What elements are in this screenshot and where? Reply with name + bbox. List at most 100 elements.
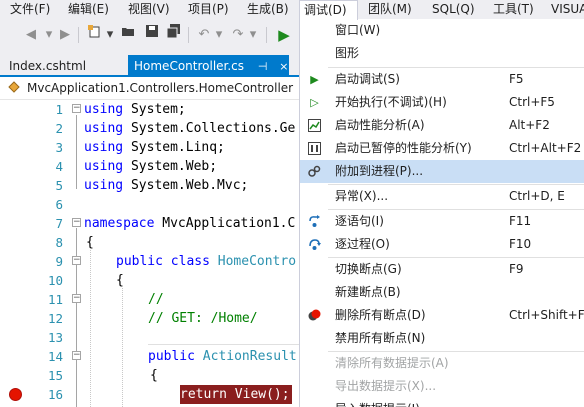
menu-item-start-debugging[interactable]: ▶ 启动调试(S) F5 xyxy=(300,68,584,91)
start-debug-icon[interactable]: ▶ xyxy=(276,19,292,51)
code-line: 6 xyxy=(0,195,300,214)
code-line: 1 − using System; xyxy=(0,100,300,119)
line-number: 2 xyxy=(55,121,63,136)
code-token: View(); xyxy=(226,387,290,402)
menu-item-new-breakpoint[interactable]: 新建断点(B) xyxy=(300,281,584,304)
toolbar: ◀ ▾ ▶ ▾ ↶ ▾ ↷ ▾ ▶ xyxy=(0,19,300,51)
code-line: 9 − public class HomeContro xyxy=(0,252,300,271)
navigate-back-icon[interactable]: ◀ xyxy=(24,19,38,51)
menu-item-disable-all-breakpoints[interactable]: 禁用所有断点(N) xyxy=(300,327,584,350)
menu-item-label: 切换断点(G) xyxy=(335,262,402,276)
code-token: System; xyxy=(123,102,186,117)
code-line: 2 using System.Collections.Ge xyxy=(0,119,300,138)
collapse-icon[interactable]: − xyxy=(72,104,81,113)
menu-item-label: 删除所有断点(D) xyxy=(335,308,426,322)
line-number: 15 xyxy=(47,368,63,383)
menu-item-label: 逐过程(O) xyxy=(335,237,390,251)
line-number: 6 xyxy=(55,197,63,212)
redo-icon[interactable]: ↷ xyxy=(230,19,246,51)
new-project-icon[interactable] xyxy=(86,19,102,51)
collapse-icon[interactable]: − xyxy=(72,256,81,265)
line-number: 3 xyxy=(55,140,63,155)
menu-item-exceptions[interactable]: 异常(X)... Ctrl+D, E xyxy=(300,185,584,208)
menu-view[interactable]: 视图(V) xyxy=(124,0,174,19)
line-number: 14 xyxy=(47,349,63,364)
menu-project[interactable]: 项目(P) xyxy=(184,0,233,19)
menu-item-delete-all-breakpoints[interactable]: 删除所有断点(D) Ctrl+Shift+F9 xyxy=(300,304,584,327)
menu-item-start-without-debugging[interactable]: ▷ 开始执行(不调试)(H) Ctrl+F5 xyxy=(300,91,584,114)
code-text: using System; xyxy=(84,100,186,119)
menu-item-start-paused-profiling[interactable]: 启动已暂停的性能分析(Y) Ctrl+Alt+F2 xyxy=(300,137,584,160)
collapse-icon[interactable]: − xyxy=(72,218,81,227)
document-tabs: Index.cshtml HomeController.cs ⊣ × xyxy=(0,51,300,77)
menu-item-label: 图形 xyxy=(335,46,360,60)
collapse-icon[interactable]: − xyxy=(72,351,81,360)
keyword: using xyxy=(84,159,124,174)
menu-item-import-datatips[interactable]: 导入数据提示(I)... xyxy=(300,398,584,407)
keyword: return xyxy=(180,387,227,402)
menu-tools[interactable]: 工具(T) xyxy=(489,0,538,19)
tab-home-controller[interactable]: HomeController.cs ⊣ × xyxy=(128,55,289,77)
open-file-icon[interactable] xyxy=(120,19,136,51)
menu-item-step-into[interactable]: 逐语句(I) F11 xyxy=(300,210,584,233)
type-name: HomeContro xyxy=(217,254,297,269)
menu-file[interactable]: 文件(F) xyxy=(6,0,54,19)
code-line: 11 − // xyxy=(0,290,300,309)
new-project-dropdown-icon[interactable]: ▾ xyxy=(105,19,115,51)
menu-item-shortcut: F5 xyxy=(509,72,524,86)
menu-item-label: 开始执行(不调试)(H) xyxy=(335,95,447,109)
menu-item-label: 启动调试(S) xyxy=(335,72,400,86)
breakpoint-icon[interactable] xyxy=(9,388,22,401)
keyword: public xyxy=(148,349,195,364)
menu-item-graphics[interactable]: 图形 xyxy=(300,42,584,65)
menu-item-toggle-breakpoint[interactable]: 切换断点(G) F9 xyxy=(300,258,584,281)
menu-item-windows[interactable]: 窗口(W) xyxy=(300,19,584,42)
save-all-icon[interactable] xyxy=(166,19,182,51)
line-number: 9 xyxy=(55,254,63,269)
keyword: using xyxy=(84,102,124,117)
code-line: 8 { xyxy=(0,233,300,252)
toolbar-separator xyxy=(188,27,189,43)
line-number: 8 xyxy=(55,235,63,250)
menu-sql[interactable]: SQL(Q) xyxy=(428,0,479,19)
undo-icon[interactable]: ↶ xyxy=(196,19,212,51)
line-number: 1 xyxy=(55,102,63,117)
menu-edit[interactable]: 编辑(E) xyxy=(64,0,113,19)
redo-dropdown-icon[interactable]: ▾ xyxy=(248,19,258,51)
tab-index-cshtml[interactable]: Index.cshtml xyxy=(3,55,92,77)
menu-item-step-over[interactable]: 逐过程(O) F10 xyxy=(300,233,584,256)
line-number: 12 xyxy=(47,311,63,326)
menu-visualize[interactable]: VISUA xyxy=(547,0,584,19)
save-icon[interactable] xyxy=(144,19,160,51)
undo-dropdown-icon[interactable]: ▾ xyxy=(214,19,224,51)
line-number: 4 xyxy=(55,159,63,174)
menu-item-attach-to-process[interactable]: 附加到进程(P)... xyxy=(300,160,584,183)
navigation-bar[interactable]: MvcApplication1.Controllers.HomeControll… xyxy=(0,77,300,100)
menu-item-start-profiling[interactable]: 启动性能分析(A) Alt+F2 xyxy=(300,114,584,137)
menu-item-label: 新建断点(B) xyxy=(335,285,401,299)
menu-item-clear-datatips: 清除所有数据提示(A) xyxy=(300,352,584,375)
code-text: using System.Linq; xyxy=(84,138,225,157)
back-dropdown-icon[interactable]: ▾ xyxy=(44,19,54,51)
navigate-forward-icon[interactable]: ▶ xyxy=(58,19,72,51)
code-text: namespace MvcApplication1.C xyxy=(84,214,295,233)
menu-item-label: 异常(X)... xyxy=(335,189,389,203)
code-token: System.Web; xyxy=(123,159,218,174)
code-line: 3 using System.Linq; xyxy=(0,138,300,157)
menu-item-label: 附加到进程(P)... xyxy=(335,164,424,178)
menu-item-shortcut: F9 xyxy=(509,262,524,276)
menu-team[interactable]: 团队(M) xyxy=(364,0,416,19)
menu-debug[interactable]: 调试(D) xyxy=(299,0,358,20)
menu-item-label: 窗口(W) xyxy=(335,23,381,37)
collapse-icon[interactable]: − xyxy=(72,294,81,303)
comment: // GET: /Home/ xyxy=(148,311,258,326)
code-line: 14 − public ActionResult xyxy=(0,347,300,366)
class-icon xyxy=(8,81,20,93)
menu-item-export-datatips: 导出数据提示(X)... xyxy=(300,375,584,398)
menu-build[interactable]: 生成(B) xyxy=(243,0,293,19)
keyword: public xyxy=(116,254,163,269)
code-editor[interactable]: 1 − using System; 2 using System.Collect… xyxy=(0,100,300,407)
code-line: 16 return View(); xyxy=(0,385,300,404)
keyword: using xyxy=(84,140,124,155)
code-text: public ActionResult xyxy=(148,347,297,366)
